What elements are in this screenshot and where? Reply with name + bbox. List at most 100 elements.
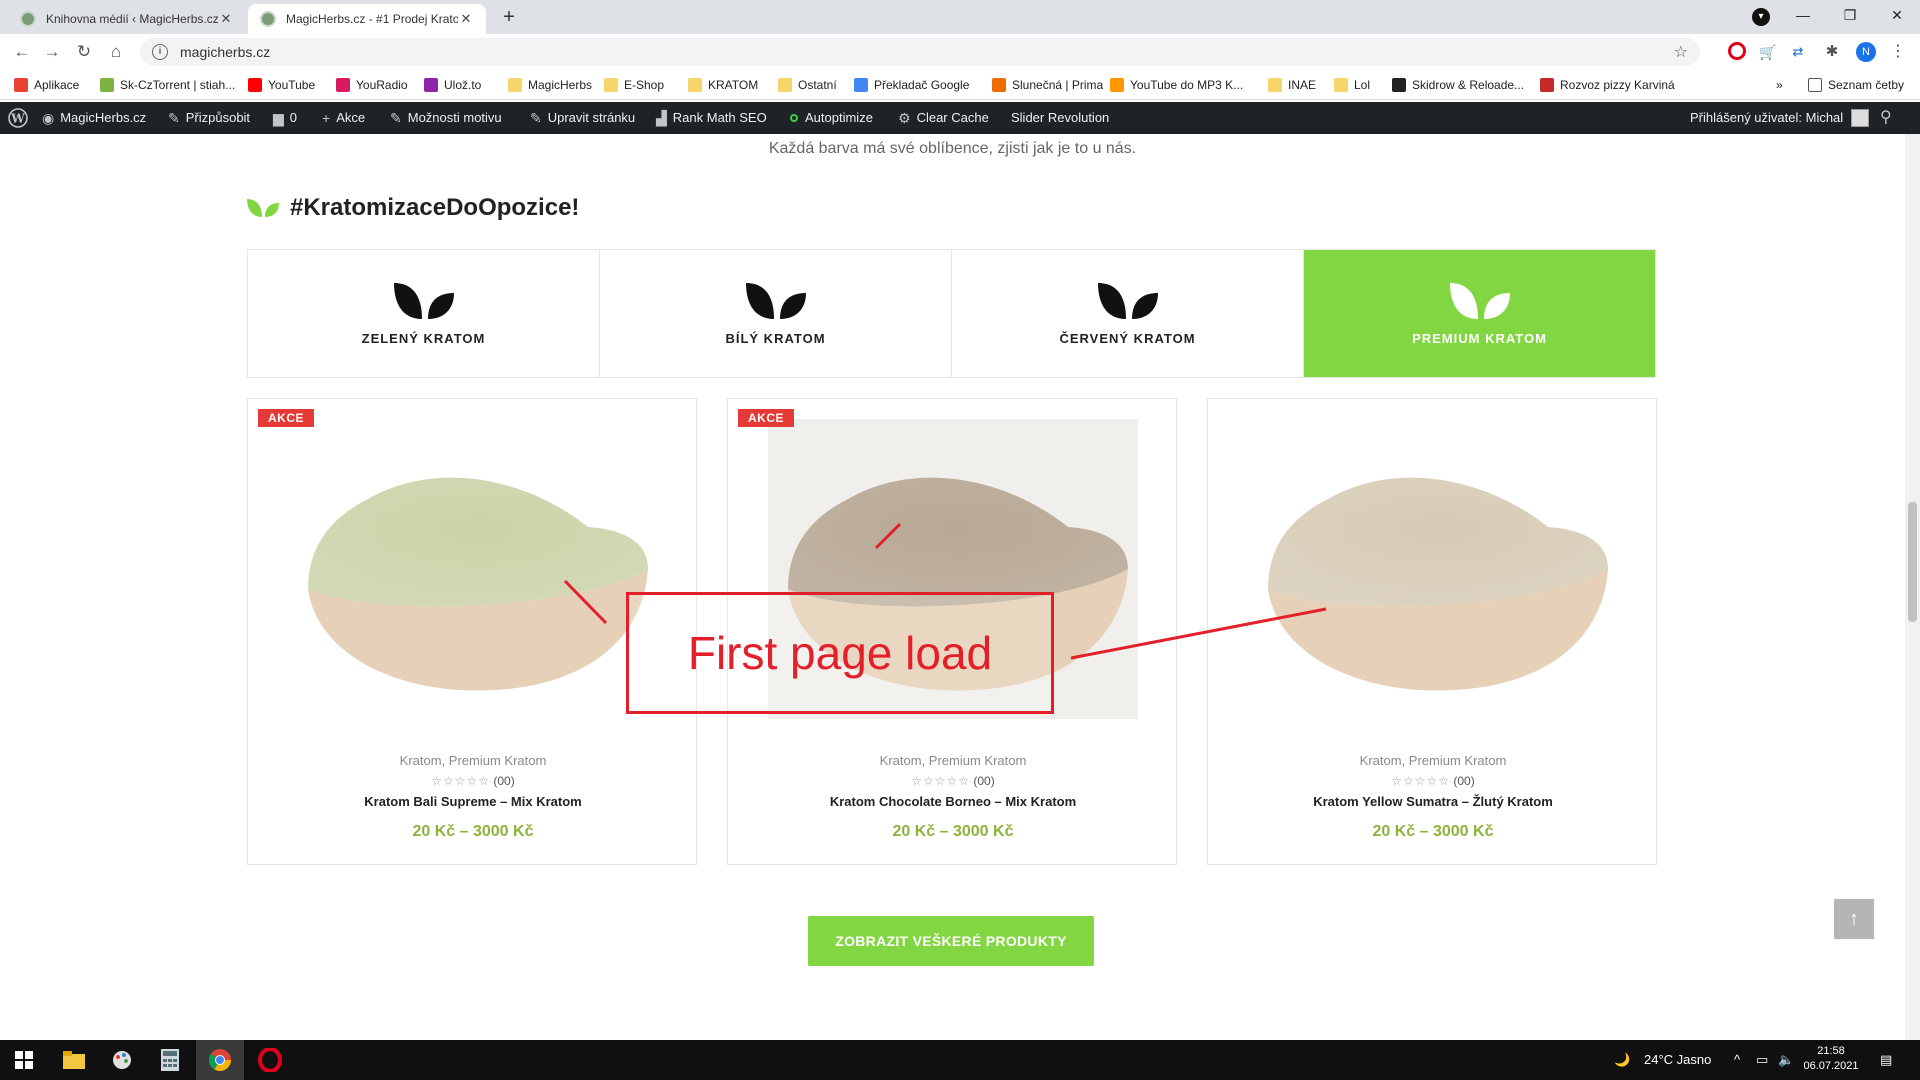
- product-price: 20 Kč – 3000 Kč: [412, 823, 534, 840]
- product-price: 20 Kč – 3000 Kč: [892, 823, 1014, 840]
- admin-rank-math-link[interactable]: ▟ Rank Math SEO: [656, 102, 767, 134]
- bookmark-item[interactable]: Ulož.to: [424, 76, 481, 94]
- browser-toolbar: ← → ↻ ⌂ i magicherbs.cz ☆ 🛒 ⇄ ✱ N ⋮: [0, 34, 1920, 70]
- admin-autoptimize-label: Autoptimize: [805, 110, 873, 125]
- bookmark-label: Ostatní: [798, 78, 837, 92]
- address-bar[interactable]: i magicherbs.cz ☆: [140, 38, 1700, 66]
- bookmark-label: Lol: [1354, 78, 1371, 92]
- bookmark-item[interactable]: Ostatní: [778, 76, 837, 94]
- product-card[interactable]: Kratom, Premium Kratom ☆☆☆☆☆ (00) Kratom Y…: [1207, 398, 1657, 865]
- product-category[interactable]: Kratom, Premium Kratom: [248, 753, 698, 768]
- windows-start-icon[interactable]: [0, 1040, 48, 1080]
- url-text[interactable]: magicherbs.cz: [180, 44, 1674, 60]
- apps-grid-icon: [14, 78, 28, 92]
- chrome-app-icon[interactable]: [196, 1040, 244, 1080]
- browser-menu-icon[interactable]: ⋮: [1888, 42, 1908, 62]
- close-tab-icon[interactable]: ✕: [458, 11, 474, 27]
- admin-comments-link[interactable]: ▆ 0: [273, 102, 297, 134]
- pencil-icon: ✎: [530, 110, 542, 126]
- admin-theme-options-link[interactable]: ✎ Možnosti motivu: [390, 102, 502, 134]
- scrollbar-thumb[interactable]: [1908, 502, 1917, 622]
- admin-site-link[interactable]: ◉ MagicHerbs.cz: [42, 102, 146, 134]
- network-icon[interactable]: ▭: [1756, 1040, 1768, 1080]
- opera-app-icon[interactable]: [246, 1040, 294, 1080]
- tab-media-library[interactable]: Knihovna médií ‹ MagicHerbs.cz ✕: [8, 4, 246, 34]
- bookmark-item[interactable]: Sk-CzTorrent | stiah...: [100, 76, 235, 94]
- tab-homepage[interactable]: MagicHerbs.cz - #1 Prodej Kratom ✕: [248, 4, 486, 34]
- admin-search-icon[interactable]: ⚲: [1880, 102, 1898, 134]
- bookmark-item[interactable]: Aplikace: [14, 76, 79, 94]
- product-image[interactable]: [1248, 419, 1618, 719]
- opera-extension-icon[interactable]: [1728, 42, 1746, 60]
- weather-moon-icon[interactable]: 🌙: [1614, 1040, 1630, 1080]
- new-tab-button[interactable]: +: [496, 6, 522, 30]
- tab-search-icon[interactable]: ▾: [1752, 8, 1770, 26]
- category-tab[interactable]: PREMIUM KRATOM: [1304, 250, 1655, 377]
- admin-user-menu[interactable]: Přihlášený uživatel: Michal: [1690, 102, 1870, 134]
- reload-icon[interactable]: ↻: [72, 40, 96, 64]
- site-info-icon[interactable]: i: [152, 44, 168, 60]
- minimize-button[interactable]: —: [1780, 0, 1826, 30]
- file-explorer-icon[interactable]: [50, 1040, 98, 1080]
- cart-extension-icon[interactable]: 🛒: [1758, 42, 1778, 62]
- scroll-to-top-button[interactable]: ↑: [1834, 899, 1874, 939]
- admin-slider-link[interactable]: Slider Revolution: [1011, 102, 1109, 134]
- bookmark-item[interactable]: INAE: [1268, 76, 1316, 94]
- bookmark-star-icon[interactable]: ☆: [1674, 42, 1688, 62]
- restore-button[interactable]: ❐: [1827, 0, 1873, 30]
- reading-list-button[interactable]: Seznam četby: [1808, 76, 1904, 94]
- category-tab[interactable]: BÍLÝ KRATOM: [600, 250, 952, 377]
- more-bookmarks-icon[interactable]: »: [1776, 76, 1783, 94]
- admin-autoptimize-link[interactable]: Autoptimize: [790, 102, 873, 134]
- admin-new-link[interactable]: + Akce: [322, 102, 365, 134]
- product-name[interactable]: Kratom Chocolate Borneo – Mix Kratom: [728, 794, 1178, 809]
- product-image[interactable]: [288, 419, 658, 719]
- extensions-puzzle-icon[interactable]: ✱: [1822, 42, 1842, 62]
- bookmark-item[interactable]: YouTube: [248, 76, 315, 94]
- category-tab[interactable]: ČERVENÝ KRATOM: [952, 250, 1304, 377]
- bookmark-item[interactable]: E-Shop: [604, 76, 664, 94]
- product-name[interactable]: Kratom Bali Supreme – Mix Kratom: [248, 794, 698, 809]
- wordpress-logo-icon[interactable]: W: [8, 102, 28, 134]
- folder-icon: [604, 78, 618, 92]
- category-tab[interactable]: ZELENÝ KRATOM: [248, 250, 600, 377]
- product-name[interactable]: Kratom Yellow Sumatra – Žlutý Kratom: [1208, 794, 1658, 809]
- bookmark-item[interactable]: YouTube do MP3 K...: [1110, 76, 1243, 94]
- system-clock[interactable]: 21:58 06.07.2021: [1796, 1044, 1866, 1074]
- close-tab-icon[interactable]: ✕: [218, 11, 234, 27]
- product-category[interactable]: Kratom, Premium Kratom: [728, 753, 1178, 768]
- bookmark-item[interactable]: Lol: [1334, 76, 1370, 94]
- back-icon[interactable]: ←: [10, 40, 34, 64]
- admin-clear-cache-link[interactable]: ⚙ Clear Cache: [898, 102, 989, 134]
- leaf-icon: [1097, 283, 1158, 319]
- show-all-products-button[interactable]: ZOBRAZIT VEŠKERÉ PRODUKTY: [808, 916, 1094, 966]
- bookmark-item[interactable]: YouRadio: [336, 76, 408, 94]
- home-icon[interactable]: ⌂: [104, 40, 128, 64]
- paint-app-icon[interactable]: [98, 1040, 146, 1080]
- product-category[interactable]: Kratom, Premium Kratom: [1208, 753, 1658, 768]
- bookmark-item[interactable]: Skidrow & Reloade...: [1392, 76, 1524, 94]
- translate-extension-icon[interactable]: ⇄: [1788, 42, 1808, 62]
- admin-rank-math-label: Rank Math SEO: [672, 110, 767, 125]
- bookmark-item[interactable]: Slunečná | Prima: [992, 76, 1103, 94]
- sale-badge: AKCE: [738, 409, 795, 427]
- category-tabs: ZELENÝ KRATOM BÍLÝ KRATOM ČERVENÝ KRATOM PR…: [247, 249, 1656, 378]
- profile-avatar[interactable]: N: [1856, 42, 1876, 62]
- admin-theme-options-label: Možnosti motivu: [407, 110, 502, 125]
- rating-count: (00): [493, 774, 515, 788]
- admin-customize-link[interactable]: ✎ Přizpůsobit: [168, 102, 250, 134]
- bookmark-item[interactable]: Překladač Google: [854, 76, 969, 94]
- calculator-icon[interactable]: [146, 1040, 194, 1080]
- forward-icon[interactable]: →: [40, 40, 64, 64]
- bookmark-item[interactable]: MagicHerbs: [508, 76, 592, 94]
- close-window-button[interactable]: ✕: [1874, 0, 1920, 30]
- bookmark-label: KRATOM: [708, 78, 759, 92]
- volume-icon[interactable]: 🔈: [1778, 1040, 1794, 1080]
- notifications-icon[interactable]: ▤: [1880, 1040, 1892, 1080]
- bookmark-item[interactable]: KRATOM: [688, 76, 758, 94]
- weather-status[interactable]: 24°C Jasno: [1644, 1040, 1711, 1080]
- page-scrollbar[interactable]: [1905, 134, 1920, 1040]
- admin-edit-page-link[interactable]: ✎ Upravit stránku: [530, 102, 635, 134]
- bookmark-item[interactable]: Rozvoz pizzy Karviná: [1540, 76, 1675, 94]
- tray-chevron-icon[interactable]: ^: [1734, 1040, 1740, 1080]
